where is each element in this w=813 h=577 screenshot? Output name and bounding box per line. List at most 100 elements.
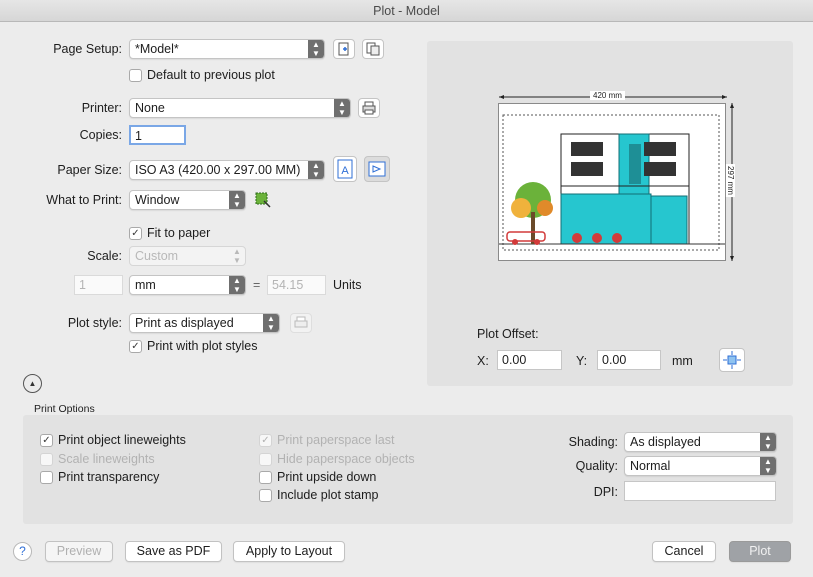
paper-size-select[interactable]: ISO A3 (420.00 x 297.00 MM) ▲ ▼ (129, 160, 325, 180)
help-button[interactable]: ? (13, 542, 32, 561)
offset-x-label: X: (477, 354, 489, 368)
chevron-updown-icon: ▲ ▼ (308, 40, 324, 58)
quality-value: Normal (630, 459, 671, 473)
printer-select[interactable]: None ▲ ▼ (129, 98, 351, 118)
chevron-updown-icon: ▲ ▼ (760, 433, 776, 451)
window-select-icon (255, 192, 271, 208)
scale-label: Scale: (87, 249, 122, 263)
width-dimension-label: 420 mm (590, 91, 625, 100)
chevron-updown-icon: ▲ ▼ (263, 314, 279, 332)
print-upside-down-checkbox[interactable]: Print upside down (259, 470, 376, 484)
import-page-setup-button[interactable] (362, 39, 384, 59)
offset-y-label: Y: (576, 354, 588, 368)
chevron-updown-icon: ▲ ▼ (334, 99, 350, 117)
scale-right-input[interactable]: 54.15 (267, 275, 326, 295)
shading-label: Shading: (568, 435, 618, 449)
page-setup-label: Page Setup: (53, 42, 122, 56)
add-page-setup-button[interactable] (333, 39, 355, 59)
fit-to-paper-label: Fit to paper (147, 226, 211, 240)
dimension-lines (499, 95, 734, 261)
quality-label: Quality: (575, 459, 618, 473)
offset-unit-label: mm (672, 354, 693, 368)
svg-text:A: A (341, 165, 349, 177)
preview-button[interactable]: Preview (45, 541, 113, 562)
chevron-updown-icon: ▲ ▼ (229, 191, 245, 209)
what-to-print-value: Window (135, 193, 180, 207)
print-with-plot-styles-label: Print with plot styles (147, 339, 258, 353)
select-window-button[interactable] (254, 191, 272, 209)
dpi-input[interactable] (624, 481, 776, 501)
printer-icon (362, 101, 376, 115)
print-upside-down-label: Print upside down (277, 470, 377, 484)
chevron-updown-icon: ▲ ▼ (308, 161, 324, 179)
scale-lineweights-label: Scale lineweights (58, 452, 155, 466)
landscape-orientation-button[interactable] (364, 156, 390, 182)
paper-size-value: ISO A3 (420.00 x 297.00 MM) (135, 163, 301, 177)
default-previous-plot-label: Default to previous plot (147, 68, 275, 82)
copies-input[interactable]: 1 (129, 125, 186, 145)
plot-button[interactable]: Plot (729, 541, 791, 562)
checkbox-box: ✓ (259, 433, 272, 447)
window-title: Plot - Model (373, 4, 440, 18)
title-bar: Plot - Model (0, 0, 813, 22)
equals-sign: = (253, 278, 261, 292)
offset-y-input[interactable]: 0.00 (597, 350, 661, 370)
page-setup-select[interactable]: *Model* ▲ ▼ (129, 39, 325, 59)
checkbox-box: ✓ (40, 433, 53, 447)
default-previous-plot-checkbox[interactable]: Default to previous plot (129, 68, 275, 82)
page-add-icon (338, 42, 349, 56)
scale-unit-value: mm (135, 278, 156, 292)
printer-properties-button[interactable] (358, 98, 380, 118)
copies-label: Copies: (79, 128, 122, 142)
include-plot-stamp-label: Include plot stamp (277, 488, 379, 502)
include-plot-stamp-checkbox[interactable]: Include plot stamp (259, 488, 378, 502)
cancel-button[interactable]: Cancel (652, 541, 716, 562)
shading-select[interactable]: As displayed ▲ ▼ (624, 432, 777, 452)
center-target-icon (723, 351, 741, 369)
offset-x-input[interactable]: 0.00 (497, 350, 562, 370)
save-as-pdf-button[interactable]: Save as PDF (125, 541, 222, 562)
hide-paperspace-objects-checkbox[interactable]: Hide paperspace objects (259, 452, 415, 466)
print-transparency-checkbox[interactable]: Print transparency (40, 470, 159, 484)
checkbox-box (40, 470, 53, 484)
dpi-label: DPI: (593, 485, 618, 499)
scale-unit-select[interactable]: mm ▲ ▼ (129, 275, 246, 295)
scale-lineweights-checkbox[interactable]: Scale lineweights (40, 452, 155, 466)
print-paperspace-last-label: Print paperspace last (277, 433, 395, 447)
portrait-orientation-button[interactable]: A (333, 156, 357, 182)
printer-icon (294, 316, 308, 328)
portrait-icon: A (337, 159, 353, 179)
what-to-print-label: What to Print: (46, 193, 122, 207)
checkbox-box: ✓ (129, 339, 142, 353)
checkbox-box: ✓ (129, 226, 142, 240)
center-plot-button[interactable] (719, 348, 745, 372)
height-dimension-label: 297 mm (725, 164, 735, 197)
printer-label: Printer: (81, 101, 122, 115)
print-transparency-label: Print transparency (58, 470, 160, 484)
quality-select[interactable]: Normal ▲ ▼ (624, 456, 777, 476)
chevron-updown-icon: ▲ ▼ (229, 276, 245, 294)
print-paperspace-last-checkbox[interactable]: ✓ Print paperspace last (259, 433, 394, 447)
print-object-lineweights-checkbox[interactable]: ✓ Print object lineweights (40, 433, 186, 447)
chevron-up-icon: ▲ (28, 379, 37, 388)
print-object-lineweights-label: Print object lineweights (58, 433, 186, 447)
fit-to-paper-checkbox[interactable]: ✓ Fit to paper (129, 226, 210, 240)
checkbox-box (259, 452, 272, 466)
collapse-options-button[interactable]: ▲ (23, 374, 42, 393)
apply-to-layout-button[interactable]: Apply to Layout (233, 541, 345, 562)
scale-left-input[interactable]: 1 (74, 275, 123, 295)
edit-plot-style-button[interactable] (290, 313, 312, 333)
landscape-icon (368, 161, 386, 177)
shading-value: As displayed (630, 435, 701, 449)
print-with-plot-styles-checkbox[interactable]: ✓ Print with plot styles (129, 339, 257, 353)
print-options-title: Print Options (34, 403, 95, 415)
what-to-print-select[interactable]: Window ▲ ▼ (129, 190, 246, 210)
plot-style-select[interactable]: Print as displayed ▲ ▼ (129, 313, 280, 333)
checkbox-box (129, 68, 142, 82)
page-setup-value: *Model* (135, 42, 179, 56)
chevron-updown-icon: ▲ ▼ (760, 457, 776, 475)
plot-style-value: Print as displayed (135, 316, 234, 330)
scale-select[interactable]: Custom ▲ ▼ (129, 246, 246, 266)
checkbox-box (40, 452, 53, 466)
plot-offset-label: Plot Offset: (477, 327, 539, 341)
